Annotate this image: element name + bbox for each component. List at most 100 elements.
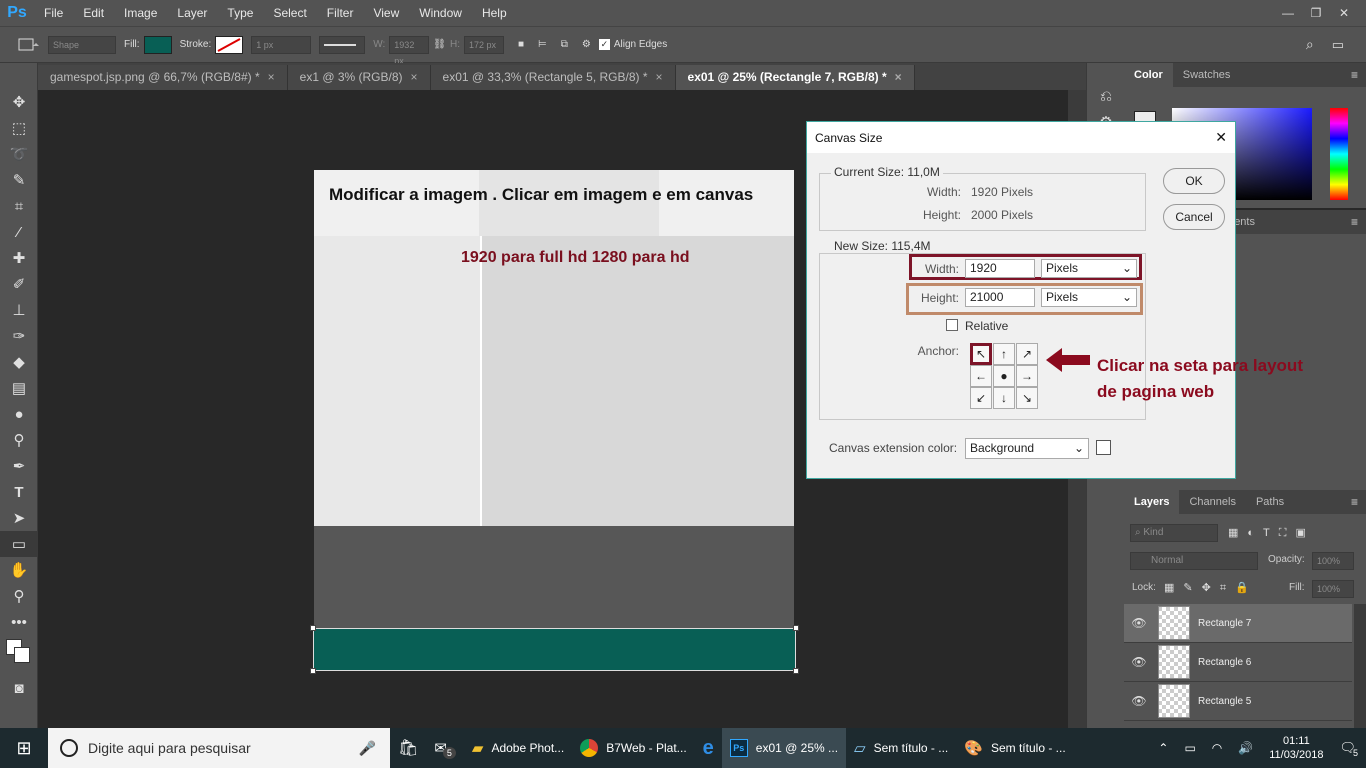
move-tool-icon[interactable]: ✥ [0, 89, 38, 115]
close-icon[interactable]: × [411, 70, 418, 84]
anchor-bottom-right[interactable]: ↘ [1016, 387, 1038, 409]
height-field[interactable]: 172 px [464, 35, 504, 54]
volume-icon[interactable]: 🔊 [1230, 728, 1261, 768]
menu-view[interactable]: View [363, 0, 409, 26]
quick-mask-icon[interactable]: ◙ [0, 675, 38, 701]
type-tool-icon[interactable]: T [0, 479, 38, 505]
height-unit-select[interactable]: Pixels ⌄ [1041, 288, 1137, 307]
eye-icon[interactable]: 👁 [1124, 616, 1154, 630]
path-select-tool-icon[interactable]: ➤ [0, 505, 38, 531]
close-button[interactable]: ✕ [1330, 6, 1358, 20]
marquee-tool-icon[interactable]: ⬚ [0, 115, 38, 141]
anchor-top-left[interactable]: ↖ [970, 343, 992, 365]
history-panel-icon[interactable]: ⎌ [1087, 83, 1125, 109]
mail-icon[interactable]: ✉ 5 [426, 728, 464, 768]
anchor-center[interactable]: ● [993, 365, 1015, 387]
blur-tool-icon[interactable]: ● [0, 401, 38, 427]
tab-channels[interactable]: Channels [1179, 490, 1245, 514]
taskbar-search[interactable]: Digite aqui para pesquisar 🎤 [48, 728, 390, 768]
menu-filter[interactable]: Filter [317, 0, 364, 26]
dodge-tool-icon[interactable]: ⚲ [0, 427, 38, 453]
eyedropper-tool-icon[interactable]: ⁄ [0, 219, 38, 245]
relative-checkbox[interactable] [946, 319, 958, 331]
shape-mode-select[interactable]: Shape [48, 35, 116, 54]
crop-tool-icon[interactable]: ⌗ [0, 193, 38, 219]
path-arrangement-icon[interactable]: ⧉ [561, 39, 568, 50]
close-icon[interactable]: ✕ [1215, 129, 1227, 146]
menu-edit[interactable]: Edit [73, 0, 114, 26]
panel-menu-icon[interactable]: ≡ [1351, 215, 1358, 229]
layer-row[interactable]: 👁 Rectangle 7 [1124, 604, 1352, 643]
stroke-swatch[interactable] [215, 35, 244, 54]
rectangle-tool-icon-active[interactable]: ▭ [0, 531, 38, 557]
anchor-bottom-left[interactable]: ↙ [970, 387, 992, 409]
align-edges-checkbox[interactable]: ✓ [598, 39, 610, 50]
history-brush-tool-icon[interactable]: ✑ [0, 323, 38, 349]
taskbar-app-photoshop[interactable]: Ps ex01 @ 25% ... [721, 728, 847, 768]
quick-select-tool-icon[interactable]: ✎ [0, 167, 38, 193]
extension-color-select[interactable]: Background ⌄ [965, 438, 1089, 459]
menu-type[interactable]: Type [217, 0, 263, 26]
new-width-input[interactable]: 1920 [965, 259, 1035, 278]
tab-ex1[interactable]: ex1 @ 3% (RGB/8) × [287, 65, 431, 90]
tab-color[interactable]: Color [1124, 63, 1173, 87]
layers-scrollbar[interactable] [1354, 604, 1366, 728]
anchor-top-right[interactable]: ↗ [1016, 343, 1038, 365]
tab-ex01-33[interactable]: ex01 @ 33,3% (Rectangle 5, RGB/8) * × [430, 65, 676, 90]
close-icon[interactable]: × [656, 70, 663, 84]
transform-handle[interactable] [310, 668, 316, 674]
stroke-width-field[interactable]: 1 px [251, 35, 312, 54]
healing-tool-icon[interactable]: ✚ [0, 245, 38, 271]
taskbar-app-notepad[interactable]: ▱ Sem título - ... [846, 728, 956, 768]
battery-icon[interactable]: ▭ [1176, 728, 1203, 768]
fill-field[interactable]: 100% [1312, 580, 1354, 598]
edge-icon[interactable]: e [695, 728, 722, 768]
menu-layer[interactable]: Layer [167, 0, 217, 26]
restore-button[interactable]: ❐ [1302, 6, 1330, 20]
taskbar-app-chrome[interactable]: B7Web - Plat... [572, 728, 694, 768]
anchor-left[interactable]: ← [970, 365, 992, 387]
close-icon[interactable]: × [895, 70, 902, 84]
link-icon[interactable]: ⛓ [433, 39, 446, 50]
brush-tool-icon[interactable]: ✐ [0, 271, 38, 297]
tray-chevron-icon[interactable]: ⌃ [1150, 728, 1176, 768]
panel-menu-icon[interactable]: ≡ [1351, 495, 1358, 509]
width-field[interactable]: 1932 px [389, 35, 430, 66]
tab-ex01-25[interactable]: ex01 @ 25% (Rectangle 7, RGB/8) * × [675, 65, 915, 90]
anchor-right[interactable]: → [1016, 365, 1038, 387]
tab-swatches[interactable]: Swatches [1173, 63, 1241, 87]
layer-filter-icons[interactable]: ▦◐T⛶▣ [1228, 526, 1315, 540]
menu-file[interactable]: File [34, 0, 73, 26]
path-operations-icon[interactable]: ■ [518, 39, 524, 50]
path-alignment-icon[interactable]: ⊨ [538, 39, 547, 50]
notification-center-icon[interactable]: 🗨 5 [1331, 728, 1366, 768]
anchor-top[interactable]: ↑ [993, 343, 1015, 365]
menu-window[interactable]: Window [409, 0, 472, 26]
ok-button[interactable]: OK [1163, 168, 1225, 194]
workspace-icon[interactable]: ▭ [1332, 37, 1344, 53]
pen-tool-icon[interactable]: ✒ [0, 453, 38, 479]
transform-handle[interactable] [793, 625, 799, 631]
microphone-icon[interactable]: 🎤 [359, 740, 376, 757]
tab-layers[interactable]: Layers [1124, 490, 1180, 514]
lock-icons[interactable]: ▦✎✥⌗🔒 [1164, 581, 1258, 595]
menu-select[interactable]: Select [263, 0, 316, 26]
eye-icon[interactable]: 👁 [1124, 655, 1154, 669]
windows-start-icon[interactable]: ⊞ [0, 728, 48, 768]
layer-row[interactable]: 👁 Rectangle 5 [1124, 682, 1352, 721]
taskbar-app-paint[interactable]: 🎨 Sem título - ... [956, 728, 1073, 768]
adjustments-tab-partial[interactable]: ents [1234, 216, 1255, 228]
clock[interactable]: 01:11 11/03/2018 [1261, 728, 1331, 768]
wifi-icon[interactable]: ◠ [1204, 728, 1230, 768]
lasso-tool-icon[interactable]: ➰ [0, 141, 38, 167]
panel-menu-icon[interactable]: ≡ [1351, 68, 1358, 82]
gradient-tool-icon[interactable]: ▤ [0, 375, 38, 401]
transform-handle[interactable] [793, 668, 799, 674]
fill-swatch[interactable] [143, 35, 172, 54]
tab-gamespot[interactable]: gamespot.jsp.png @ 66,7% (RGB/8#) * × [38, 65, 288, 90]
taskbar-app-explorer[interactable]: ▰ Adobe Phot... [464, 728, 572, 768]
zoom-tool-icon[interactable]: ⚲ [0, 583, 38, 609]
tab-paths[interactable]: Paths [1246, 490, 1294, 514]
hue-slider[interactable] [1330, 108, 1348, 200]
eraser-tool-icon[interactable]: ◆ [0, 349, 38, 375]
